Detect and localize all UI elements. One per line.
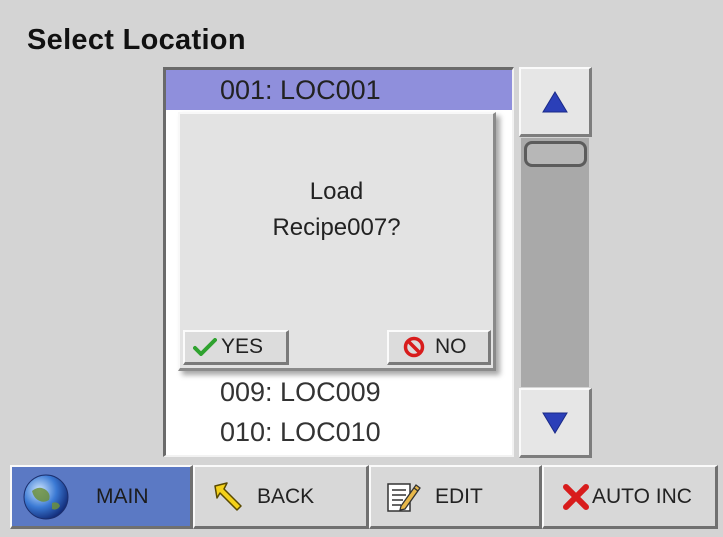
scrollbar-track[interactable] <box>521 138 589 387</box>
dialog-message-line2: Recipe007? <box>272 214 401 241</box>
back-arrow-icon <box>211 480 245 514</box>
notepad-pencil-icon <box>385 480 421 514</box>
red-x-icon <box>562 483 590 511</box>
no-button[interactable]: NO <box>387 330 491 365</box>
auto-inc-button[interactable]: AUTO INC <box>542 465 718 529</box>
main-button-label: MAIN <box>96 484 149 508</box>
back-button[interactable]: BACK <box>193 465 369 529</box>
scrollbar-thumb[interactable] <box>524 141 587 167</box>
list-item[interactable]: 010: LOC010 <box>166 412 512 452</box>
triangle-up-icon <box>542 90 568 112</box>
edit-button-label: EDIT <box>435 484 483 508</box>
back-button-label: BACK <box>257 484 315 508</box>
dialog-message-line1: Load <box>309 178 364 205</box>
list-item[interactable]: 009: LOC009 <box>166 372 512 412</box>
globe-icon <box>22 473 70 521</box>
checkmark-icon <box>193 338 217 356</box>
yes-button-label: YES <box>221 335 264 358</box>
page-title: Select Location <box>27 24 246 56</box>
no-button-label: NO <box>435 335 467 358</box>
auto-inc-button-label: AUTO INC <box>592 484 692 508</box>
scroll-down-button[interactable] <box>519 388 592 458</box>
edit-button[interactable]: EDIT <box>369 465 542 529</box>
list-item[interactable]: 001: LOC001 <box>166 70 512 110</box>
triangle-down-icon <box>542 412 568 434</box>
confirm-dialog: Load Recipe007? YES NO <box>178 112 496 371</box>
no-entry-icon <box>403 336 425 358</box>
scroll-up-button[interactable] <box>519 67 592 137</box>
yes-button[interactable]: YES <box>183 330 289 365</box>
main-button[interactable]: MAIN <box>10 465 193 529</box>
